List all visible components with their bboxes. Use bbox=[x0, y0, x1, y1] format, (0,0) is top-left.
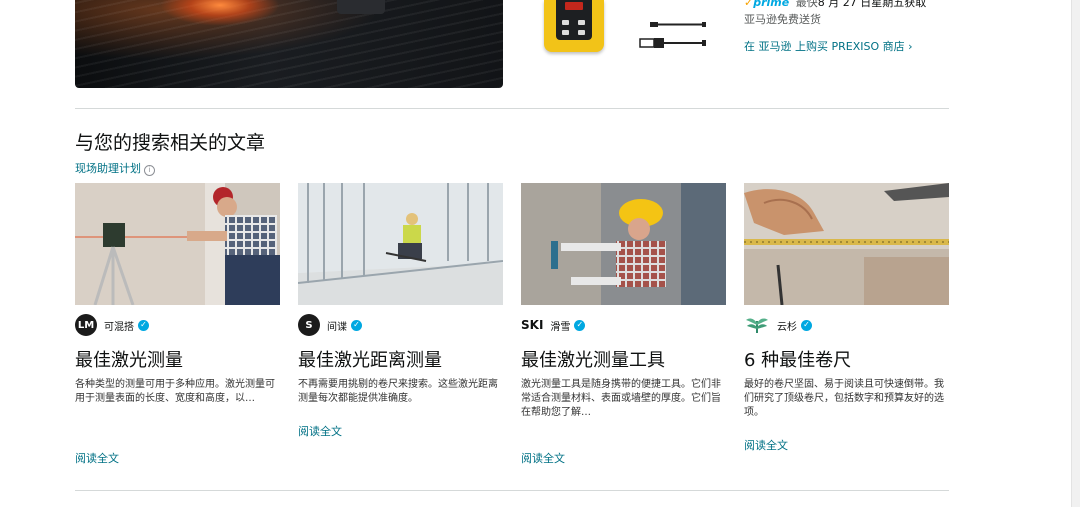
laser-meter-body bbox=[544, 0, 604, 52]
publisher-name: 滑雪 bbox=[550, 321, 571, 333]
hero-device bbox=[337, 0, 385, 14]
article-card: LM 可混搭 ✓ 最佳激光测量 各种类型的测量可用于多种应用。激光测量可用于测量… bbox=[75, 183, 280, 473]
tape-measure-on-wood-photo bbox=[744, 183, 949, 305]
verified-badge-icon: ✓ bbox=[574, 319, 586, 331]
article-image[interactable] bbox=[744, 183, 949, 305]
article-title[interactable]: 最佳激光距离测量 bbox=[298, 346, 442, 372]
article-image[interactable] bbox=[75, 183, 280, 305]
prime-delivery-line: ✓prime 最快8 月 27 日星期五获取 bbox=[744, 0, 926, 10]
verified-badge-icon: ✓ bbox=[138, 319, 149, 331]
read-more-link[interactable]: 阅读全文 bbox=[75, 450, 119, 466]
brand-logo-icon bbox=[565, 2, 583, 10]
delivery-date: 8 月 27 日星期五获取 bbox=[817, 0, 927, 9]
meter-button bbox=[578, 30, 585, 35]
worker-measuring-wall-photo bbox=[521, 183, 726, 305]
publisher-name: 云杉 bbox=[777, 321, 797, 333]
article-title[interactable]: 6 种最佳卷尺 bbox=[744, 346, 851, 372]
article-title[interactable]: 最佳激光测量工具 bbox=[521, 346, 665, 372]
laser-meter-screen bbox=[556, 0, 592, 40]
publisher-row[interactable]: 云杉 ✓ bbox=[744, 313, 812, 337]
cable-end bbox=[702, 40, 706, 46]
article-description: 不再需要用挑剔的卷尺来搜索。这些激光距离测量每次都能提供准确度。 bbox=[298, 379, 498, 404]
hero-video-thumbnail[interactable] bbox=[75, 0, 503, 88]
article-description: 各种类型的测量可用于多种应用。激光测量可用于测量表面的长度、宽度和高度，以… bbox=[75, 379, 275, 404]
publisher-row[interactable]: SKI 滑雪 ✓ bbox=[521, 313, 586, 337]
delivery-speed-label: 最快 bbox=[795, 0, 818, 9]
article-image[interactable] bbox=[298, 183, 503, 305]
article-card: SKI 滑雪 ✓ 最佳激光测量工具 激光测量工具是随身携带的便捷工具。它们非常适… bbox=[521, 183, 726, 473]
publisher-name: 间谍 bbox=[327, 321, 347, 333]
verified-badge-icon: ✓ bbox=[351, 319, 362, 331]
usb-a-housing bbox=[654, 38, 664, 48]
info-icon[interactable]: i bbox=[144, 165, 155, 176]
publisher-leaf-logo-icon bbox=[744, 314, 770, 336]
hero-background bbox=[75, 0, 503, 88]
read-more-link[interactable]: 阅读全文 bbox=[298, 423, 342, 439]
article-description: 最好的卷尺坚固、易于阅读且可快速倒带。我们研究了顶级卷尺，包括数字和预算友好的选… bbox=[744, 379, 944, 418]
onsite-associates-link[interactable]: 现场助理计划 i bbox=[75, 160, 155, 176]
free-shipping-text: 亚马逊免费送货 bbox=[744, 13, 821, 26]
verified-badge-icon: ✓ bbox=[801, 319, 812, 331]
publisher-row[interactable]: S 间谍 ✓ bbox=[298, 313, 362, 337]
publisher-logo-icon: S bbox=[298, 314, 320, 336]
store-link[interactable]: 在 亚马逊 上购买 PREXISO 商店 › bbox=[744, 38, 913, 54]
worker-metal-studs-photo bbox=[298, 183, 503, 305]
article-description: 激光测量工具是随身携带的便捷工具。它们非常适合测量材料、表面或墙壁的厚度。它们旨… bbox=[521, 379, 721, 418]
section-divider bbox=[75, 108, 949, 109]
article-card: S 间谍 ✓ 最佳激光距离测量 不再需要用挑剔的卷尺来搜索。这些激光距离测量每次… bbox=[298, 183, 503, 473]
read-more-link[interactable]: 阅读全文 bbox=[521, 450, 565, 466]
article-card: 云杉 ✓ 6 种最佳卷尺 最好的卷尺坚固、易于阅读且可快速倒带。我们研究了顶级卷… bbox=[744, 183, 949, 473]
article-image[interactable] bbox=[521, 183, 726, 305]
publisher-row[interactable]: LM 可混搭 ✓ bbox=[75, 313, 149, 337]
meter-button bbox=[562, 20, 569, 25]
meter-button bbox=[562, 30, 569, 35]
article-title[interactable]: 最佳激光测量 bbox=[75, 346, 183, 372]
cable-end bbox=[702, 22, 706, 27]
read-more-link[interactable]: 阅读全文 bbox=[744, 437, 788, 453]
hero-light-effect bbox=[160, 0, 280, 26]
usb-a-plug-icon bbox=[639, 38, 655, 48]
publisher-logo-icon: SKI bbox=[521, 318, 544, 332]
onsite-associates-label: 现场助理计划 bbox=[75, 162, 141, 175]
prime-check-icon: ✓ bbox=[744, 0, 754, 9]
publisher-logo-icon: LM bbox=[75, 314, 97, 336]
worker-laser-level-photo bbox=[75, 183, 280, 305]
meter-button bbox=[578, 20, 585, 25]
publisher-name: 可混搭 bbox=[104, 321, 134, 333]
laser-meter-product-image[interactable] bbox=[540, 0, 610, 60]
page-scrollbar[interactable] bbox=[1071, 0, 1080, 507]
usb-cable-image bbox=[639, 22, 706, 48]
usb-c-plug-icon bbox=[650, 22, 658, 27]
prime-logo: prime bbox=[753, 0, 790, 9]
related-articles-title: 与您的搜索相关的文章 bbox=[75, 132, 266, 154]
section-divider bbox=[75, 490, 949, 491]
